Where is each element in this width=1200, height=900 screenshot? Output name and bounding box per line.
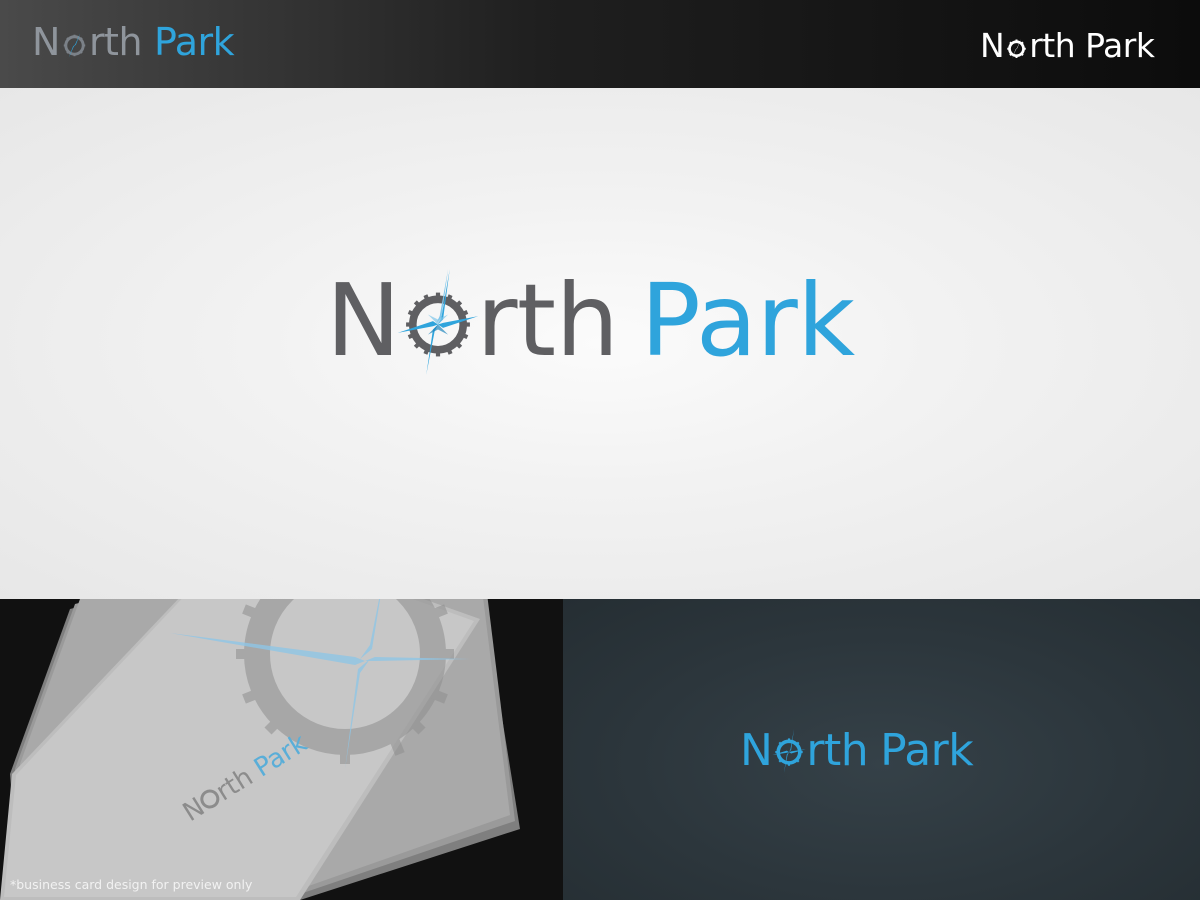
business-card-stack: N rth Park	[0, 599, 520, 900]
logo-word-park: Park	[880, 725, 974, 776]
logo-word-north-rest: rth	[806, 725, 869, 776]
logo-letter-n: N	[740, 725, 773, 776]
logo-top-right: N rth Park	[980, 26, 1155, 65]
logo-word-north-rest: rth	[476, 262, 619, 379]
main-logo-panel: N rth Park	[0, 88, 1200, 599]
logo-word-north-rest: rth	[88, 20, 143, 64]
compass-gear-icon	[60, 23, 89, 61]
compass-gear-icon	[1004, 29, 1029, 62]
logo-word-park: Park	[1085, 26, 1155, 65]
logo-letter-n: N	[980, 26, 1005, 65]
compass-gear-icon	[772, 728, 806, 773]
logo-top-left: N rth Park	[32, 20, 235, 64]
logo-word-north-rest: rth	[1029, 26, 1076, 65]
business-card-mockup-panel: N rth Park	[0, 599, 563, 900]
top-banner: N rth Park N rth Park	[0, 0, 1200, 88]
logo-letter-n: N	[326, 262, 401, 379]
logo-dark-panel: N rth Park	[740, 725, 974, 776]
logo-word-park: Park	[640, 262, 856, 379]
logo-main: N rth Park	[326, 262, 855, 379]
compass-gear-icon	[397, 268, 479, 375]
preview-disclaimer: *business card design for preview only	[10, 877, 253, 892]
logo-word-park: Park	[154, 20, 235, 64]
logo-letter-n: N	[32, 20, 60, 64]
dark-background-panel: N rth Park	[563, 599, 1200, 900]
